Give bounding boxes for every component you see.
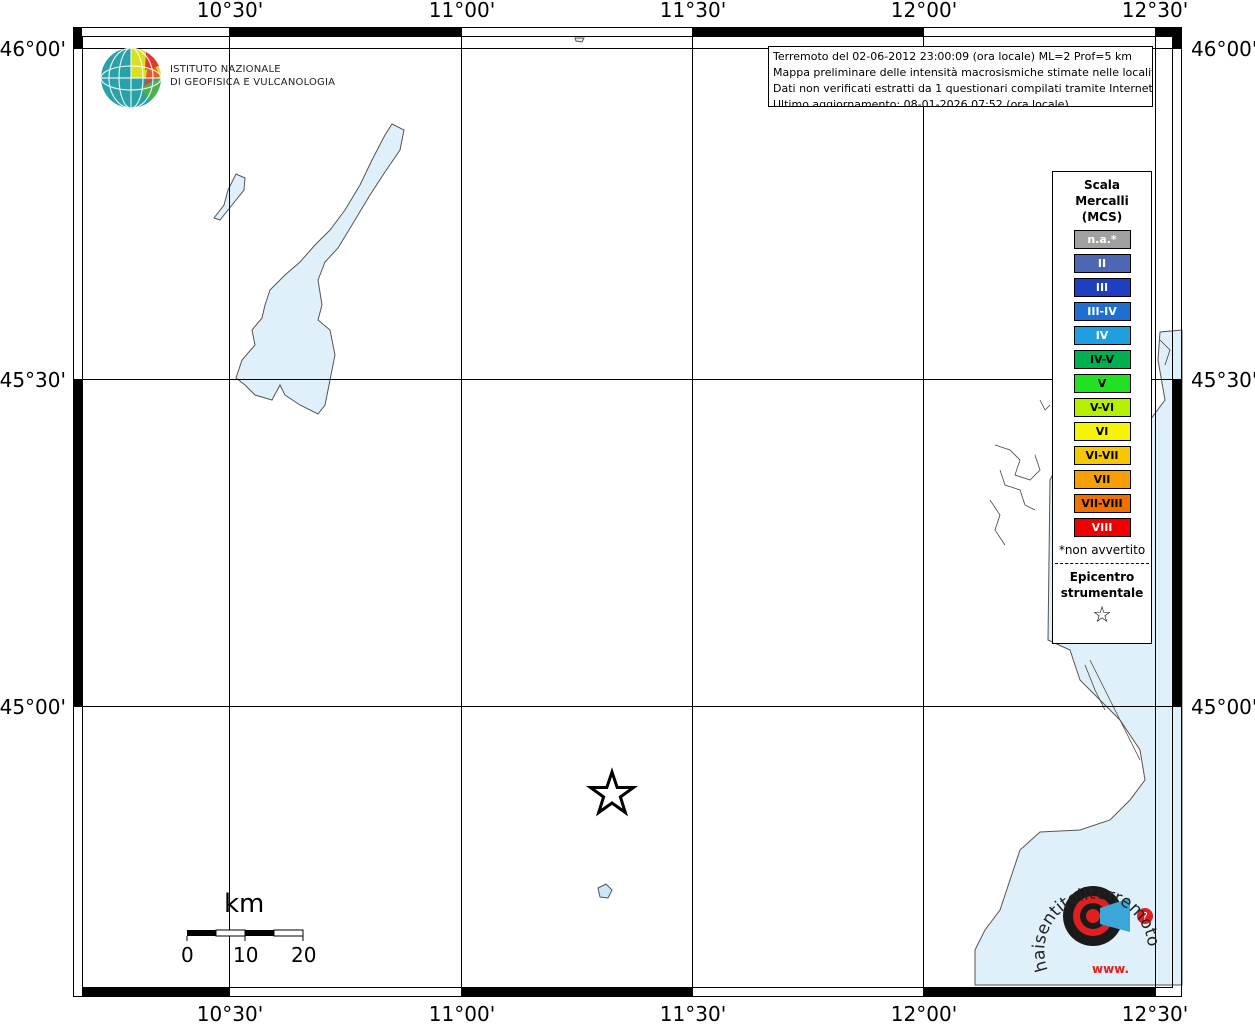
- site-watermark: haisentitoilterremoto.it www.: [1030, 855, 1160, 976]
- legend-title-line: (MCS): [1081, 210, 1123, 224]
- legend-epicenter-line: strumentale: [1060, 586, 1144, 600]
- legend-epicenter-label: Epicentro strumentale: [1053, 569, 1151, 601]
- lat-label: 45°30': [0, 368, 66, 392]
- legend-title-line: Scala: [1083, 178, 1121, 192]
- info-line-2: Mappa preliminare delle intensità macros…: [773, 66, 1153, 79]
- legend-title-line: Mercalli: [1075, 194, 1129, 208]
- lon-label: 12°00': [891, 1002, 957, 1024]
- lat-label: 45°00': [1191, 695, 1255, 719]
- longitude-labels-bottom: 10°30' 11°00' 11°30' 12°00' 12°30': [197, 1002, 1188, 1024]
- legend-star-icon: ☆: [1092, 603, 1112, 628]
- legend-epicenter-line: Epicentro: [1069, 570, 1135, 584]
- lon-label: 12°30': [1122, 0, 1188, 22]
- lon-label: 12°30': [1122, 1002, 1188, 1024]
- earthquake-info-box: Terremoto del 02-06-2012 23:00:09 (ora l…: [768, 46, 1153, 107]
- legend-items: n.a.* II III III-IV IV IV-V V V-VI VI VI-VII VII VI…: [1053, 230, 1151, 537]
- lon-label: 11°30': [660, 1002, 726, 1024]
- lon-label: 11°00': [429, 1002, 495, 1024]
- legend-item: V: [1073, 374, 1131, 393]
- lon-label: 11°30': [660, 0, 726, 22]
- legend-item: VII: [1073, 470, 1131, 489]
- small-lake-north: [574, 37, 585, 43]
- legend-item: VI-VII: [1073, 446, 1131, 465]
- ingv-globe-icon: [100, 47, 162, 109]
- scale-unit: km: [224, 889, 265, 919]
- map-frame: [73, 27, 1182, 997]
- latitude-labels-right: 46°00' 45°30' 45°00': [1191, 37, 1255, 719]
- legend-item: IV-V: [1073, 350, 1131, 369]
- watermark-text: haisentitoilterremoto.it: [1030, 855, 1160, 974]
- scale-tick-label: 20: [291, 943, 317, 967]
- lon-label: 11°00': [429, 0, 495, 22]
- lon-label: 10°30': [197, 1002, 263, 1024]
- legend-item: IV: [1073, 326, 1131, 345]
- lat-label: 45°30': [1191, 368, 1255, 392]
- logo-line-1: ISTITUTO NAZIONALE: [170, 64, 281, 75]
- legend-item: II: [1073, 254, 1131, 273]
- lake-garda: [235, 123, 405, 415]
- lon-label: 10°30': [197, 0, 263, 22]
- longitude-labels-top: 10°30' 11°00' 11°30' 12°00' 12°30': [197, 0, 1188, 22]
- watermark-url: www.: [1092, 962, 1129, 976]
- legend-item: VII-VIII: [1073, 494, 1131, 513]
- legend-item: III: [1073, 278, 1131, 297]
- scale-tick-label: 10: [233, 943, 259, 967]
- scale-tick-label: 0: [181, 943, 194, 967]
- lat-label: 45°00': [0, 695, 66, 719]
- info-line-1: Terremoto del 02-06-2012 23:00:09 (ora l…: [773, 50, 1133, 63]
- legend-divider: [1055, 563, 1149, 564]
- graticule: [73, 27, 1182, 997]
- scale-bar: [186, 929, 304, 941]
- legend-title: Scala Mercalli (MCS): [1053, 177, 1151, 225]
- lon-label: 12°00': [891, 0, 957, 22]
- legend-item: VI: [1073, 422, 1131, 441]
- epicenter-star-icon: [585, 767, 639, 817]
- lat-label: 46°00': [1191, 37, 1255, 61]
- institute-name: ISTITUTO NAZIONALE DI GEOFISICA E VULCAN…: [170, 63, 335, 89]
- legend-item: VIII: [1073, 518, 1131, 537]
- legend-note: *non avvertito: [1058, 543, 1146, 557]
- latitude-labels-left: 46°00' 45°30' 45°00': [0, 37, 66, 719]
- mcs-legend: Scala Mercalli (MCS) n.a.* II III III-IV IV I…: [1052, 171, 1152, 644]
- lat-label: 46°00': [0, 37, 66, 61]
- legend-item: n.a.*: [1073, 230, 1131, 249]
- info-line-4: Ultimo aggiornamento: 08-01-2026 07:52 (…: [773, 98, 1069, 107]
- legend-item: V-VI: [1073, 398, 1131, 417]
- logo-line-2: DI GEOFISICA E VULCANOLOGIA: [170, 77, 336, 88]
- small-pond: [597, 883, 613, 899]
- info-line-3: Dati non verificati estratti da 1 questi…: [773, 82, 1153, 95]
- legend-item: III-IV: [1073, 302, 1131, 321]
